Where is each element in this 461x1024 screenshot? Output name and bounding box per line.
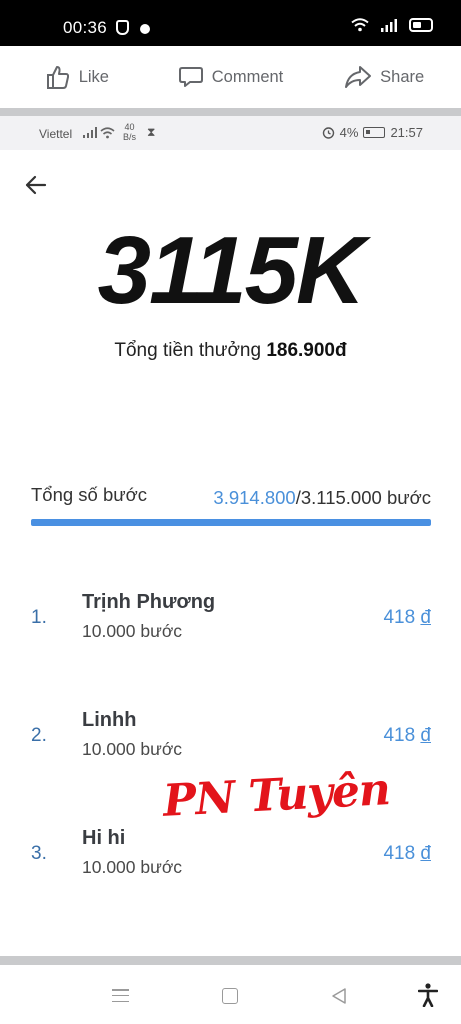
leaderboard-amount: 418 đ [383, 843, 431, 865]
inner-wifi-icon [100, 127, 115, 139]
currency-symbol: đ [420, 843, 431, 864]
divider [0, 108, 461, 116]
reward-summary: Tổng tiền thưởng 186.900đ [0, 340, 461, 362]
leaderboard-rank: 2. [31, 725, 47, 746]
inner-time: 21:57 [390, 125, 423, 140]
currency-symbol: đ [420, 607, 431, 628]
comment-button[interactable]: Comment [154, 64, 308, 90]
reward-label: Tổng tiền thưởng [114, 340, 262, 361]
network-speed-value: 40 [124, 122, 135, 132]
leaderboard-amount-value: 418 [383, 843, 416, 864]
status-right-icons [351, 18, 433, 32]
progress-bar [31, 519, 431, 526]
leaderboard-name: Hi hi [82, 827, 126, 849]
leaderboard-rank: 1. [31, 607, 47, 628]
share-label: Share [380, 67, 425, 86]
like-button[interactable]: Like [0, 64, 154, 90]
status-bar: 00:36 [0, 0, 461, 46]
comment-label: Comment [211, 67, 284, 86]
hourglass-icon: ⧗ [147, 125, 156, 139]
divider [0, 956, 461, 965]
inner-status-right: 4% 21:57 [322, 125, 423, 140]
leaderboard-amount-value: 418 [383, 607, 416, 628]
alarm-icon [322, 127, 334, 139]
accessibility-icon[interactable] [418, 983, 438, 1007]
notification-dot-icon [140, 24, 150, 34]
watermark-text: PN Tuyên [161, 764, 392, 827]
post-action-bar: Like Comment Share [0, 46, 461, 108]
progress-label: Tổng số bước [31, 484, 148, 505]
leaderboard-steps: 10.000 bước [82, 857, 183, 877]
wifi-icon [351, 18, 369, 32]
leaderboard-amount-value: 418 [383, 725, 416, 746]
inner-battery-icon [363, 127, 386, 138]
total-steps-display: 3115K [97, 217, 366, 324]
network-speed-unit: B/s [123, 132, 137, 142]
leaderboard-amount: 418 đ [383, 607, 431, 629]
leaderboard-row[interactable]: 2. Linhh 10.000 bước 418 đ [0, 709, 461, 769]
reward-value: 186.900đ [266, 340, 347, 361]
leaderboard-rank: 3. [31, 843, 47, 864]
currency-symbol: đ [420, 725, 431, 746]
share-icon [345, 66, 372, 88]
system-navigation-bar [0, 965, 461, 1024]
leaderboard-steps: 10.000 bước [82, 739, 183, 759]
comment-icon [178, 67, 203, 87]
battery-icon [409, 18, 433, 32]
progress-values: 3.914.800/3.115.000 bước [213, 487, 431, 509]
home-icon[interactable] [222, 988, 238, 1004]
progress-target: 3.115.000 bước [300, 487, 431, 508]
leaderboard-steps: 10.000 bước [82, 621, 183, 641]
like-label: Like [78, 67, 109, 86]
shield-icon [116, 20, 129, 35]
leaderboard-row[interactable]: 3. Hi hi 10.000 bước 418 đ [0, 827, 461, 887]
network-speed: 40 B/s [123, 122, 136, 142]
cell-signal-icon [381, 18, 397, 32]
progress-current: 3.914.800 [213, 487, 296, 508]
inner-cell-signal-icon [83, 127, 97, 138]
share-button[interactable]: Share [307, 64, 461, 90]
inner-status-bar: Viettel 40 B/s ⧗ 4% 21:57 [0, 116, 461, 150]
status-time: 00:36 [63, 18, 108, 37]
leaderboard-name: Trịnh Phương [82, 591, 216, 613]
screen: 00:36 Like Comment Share Viettel 40 B/s … [0, 0, 461, 1024]
carrier-name: Viettel [39, 127, 73, 141]
back-arrow-icon[interactable] [23, 172, 49, 198]
battery-percent: 4% [339, 125, 359, 140]
leaderboard-row[interactable]: 1. Trịnh Phương 10.000 bước 418 đ [0, 591, 461, 651]
progress-bar-fill [31, 519, 431, 526]
leaderboard-name: Linhh [82, 709, 137, 731]
recent-apps-icon[interactable] [112, 989, 129, 1002]
back-triangle-icon[interactable] [331, 987, 347, 1005]
leaderboard-amount: 418 đ [383, 725, 431, 747]
thumbs-up-icon [46, 66, 69, 89]
